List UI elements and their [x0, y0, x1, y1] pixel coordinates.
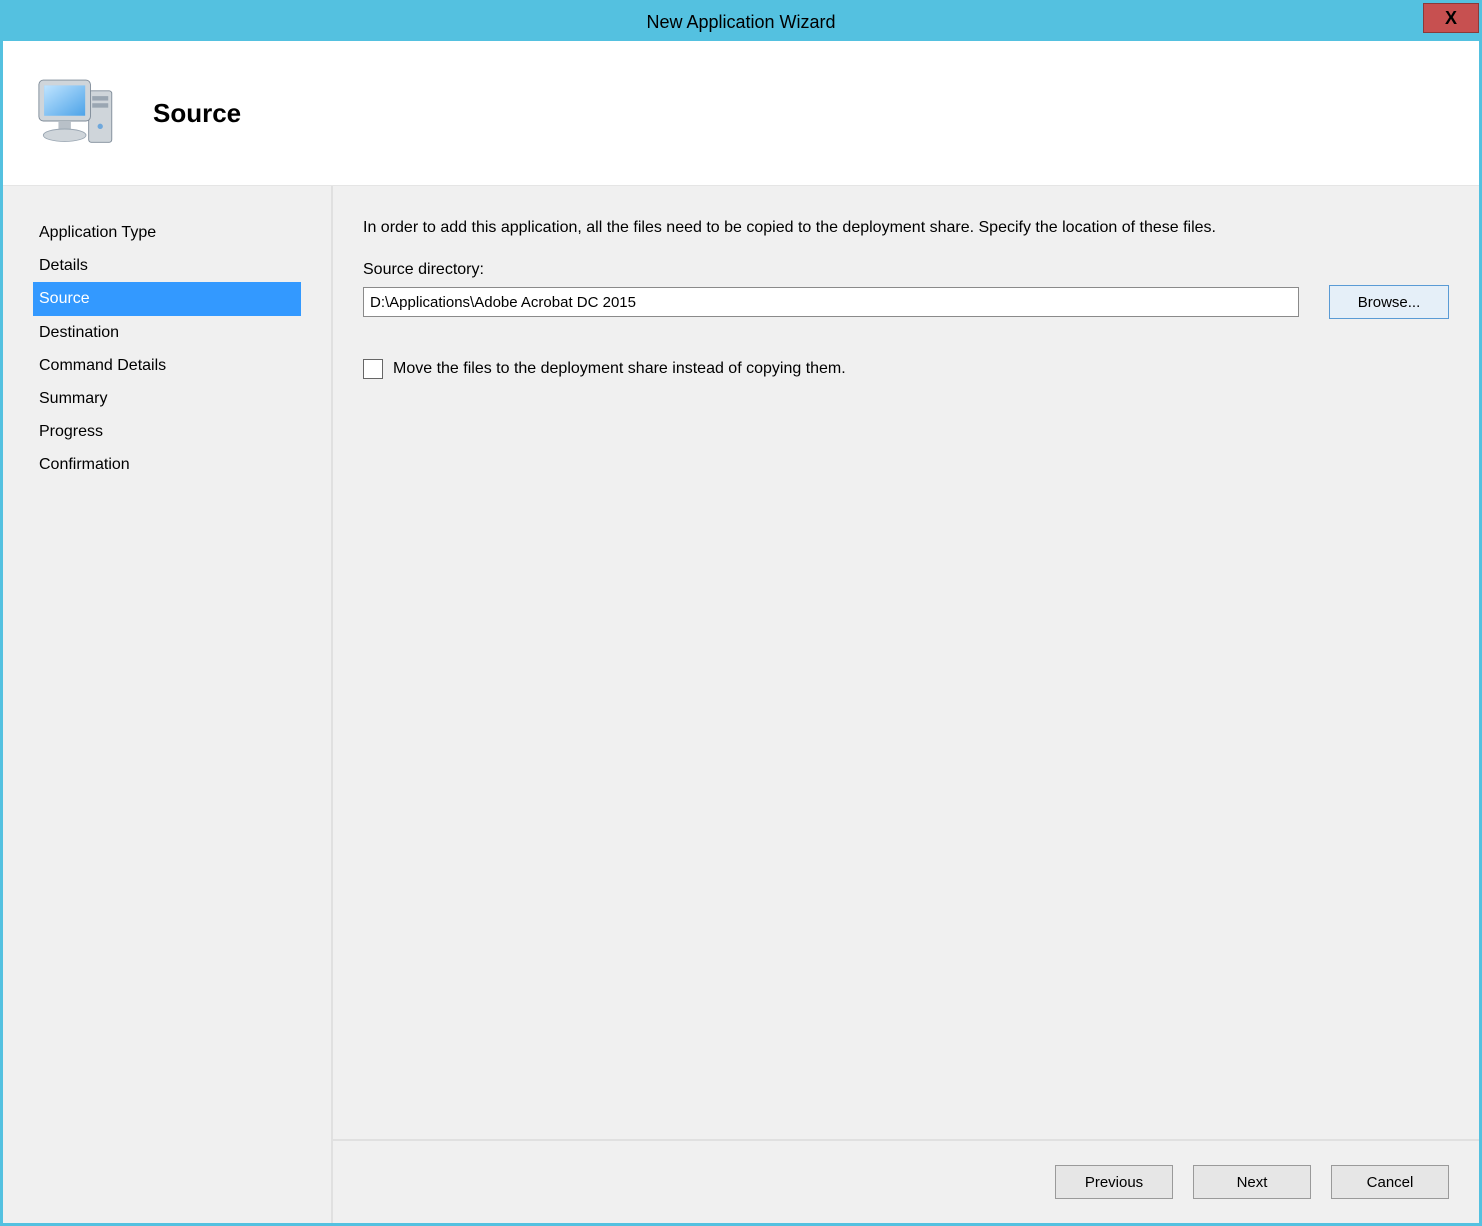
- nav-label: Summary: [39, 390, 107, 407]
- previous-button[interactable]: Previous: [1055, 1165, 1173, 1199]
- computer-icon: [33, 73, 123, 153]
- source-directory-row: Browse...: [363, 285, 1449, 319]
- window-title: New Application Wizard: [646, 12, 835, 33]
- source-directory-input[interactable]: [363, 287, 1299, 317]
- nav-label: Progress: [39, 423, 103, 440]
- page-title: Source: [153, 98, 241, 129]
- wizard-main: In order to add this application, all th…: [333, 186, 1479, 1223]
- nav-confirmation[interactable]: Confirmation: [33, 448, 301, 481]
- wizard-window: New Application Wizard X: [0, 0, 1482, 1226]
- wizard-footer: Previous Next Cancel: [333, 1141, 1479, 1223]
- nav-destination[interactable]: Destination: [33, 316, 301, 349]
- nav-label: Application Type: [39, 224, 156, 241]
- browse-button[interactable]: Browse...: [1329, 285, 1449, 319]
- nav-command-details[interactable]: Command Details: [33, 349, 301, 382]
- move-files-checkbox[interactable]: [363, 359, 383, 379]
- nav-application-type[interactable]: Application Type: [33, 216, 301, 249]
- close-button[interactable]: X: [1423, 3, 1479, 33]
- nav-label: Confirmation: [39, 456, 130, 473]
- titlebar: New Application Wizard X: [3, 3, 1479, 41]
- nav-details[interactable]: Details: [33, 249, 301, 282]
- description-text: In order to add this application, all th…: [363, 216, 1449, 239]
- move-files-label: Move the files to the deployment share i…: [393, 360, 846, 378]
- nav-label: Details: [39, 257, 88, 274]
- wizard-body: Application Type Details Source Destinat…: [3, 186, 1479, 1223]
- close-icon: X: [1445, 8, 1457, 29]
- nav-label: Source: [39, 290, 90, 307]
- cancel-button[interactable]: Cancel: [1331, 1165, 1449, 1199]
- nav-label: Command Details: [39, 357, 166, 374]
- content-panel: In order to add this application, all th…: [333, 186, 1479, 1141]
- nav-progress[interactable]: Progress: [33, 415, 301, 448]
- move-files-option[interactable]: Move the files to the deployment share i…: [363, 359, 1449, 379]
- next-button[interactable]: Next: [1193, 1165, 1311, 1199]
- source-directory-label: Source directory:: [363, 261, 1449, 279]
- wizard-header: Source: [3, 41, 1479, 186]
- wizard-sidebar: Application Type Details Source Destinat…: [3, 186, 333, 1223]
- nav-source[interactable]: Source: [33, 282, 301, 315]
- nav-summary[interactable]: Summary: [33, 382, 301, 415]
- nav-label: Destination: [39, 324, 119, 341]
